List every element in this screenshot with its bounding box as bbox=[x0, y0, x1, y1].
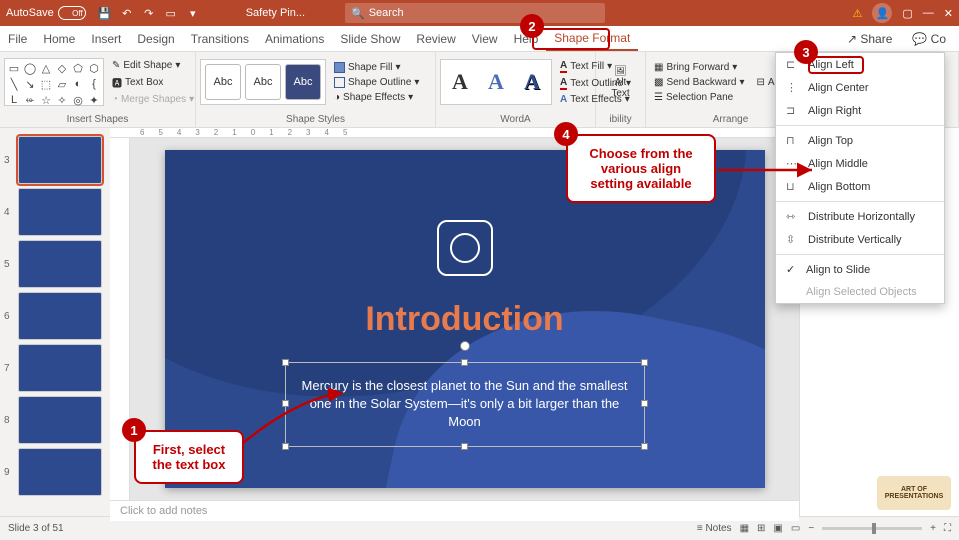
slide-thumbnail[interactable]: 7 bbox=[4, 344, 106, 392]
align-dropdown-menu: ⊏Align Left ⋮Align Center ⊐Align Right ⊓… bbox=[775, 52, 945, 304]
alt-text-button[interactable]: 🖼Alt Text bbox=[611, 66, 629, 99]
group-shape-styles: Abc Abc Abc Shape Fill ▾ Shape Outline ▾… bbox=[196, 52, 436, 127]
tab-transitions[interactable]: Transitions bbox=[183, 26, 257, 51]
align-right-item[interactable]: ⊐Align Right bbox=[776, 99, 944, 122]
tab-view[interactable]: View bbox=[464, 26, 506, 51]
notes-toggle[interactable]: ≡ Notes bbox=[697, 523, 732, 534]
shape-effects-button[interactable]: ◑ Shape Effects ▾ bbox=[330, 91, 423, 104]
selection-pane-button[interactable]: ☰ Selection Pane bbox=[650, 91, 749, 104]
slide-thumbnail[interactable]: 3 bbox=[4, 136, 106, 184]
annotation-callout-4: Choose from the various align setting av… bbox=[566, 134, 716, 203]
fit-to-window-icon[interactable]: ⛶ bbox=[944, 523, 951, 534]
quick-access-toolbar: 💾 ↶ ↷ ▭ ▾ bbox=[92, 6, 206, 20]
tab-file[interactable]: File bbox=[0, 26, 35, 51]
distribute-horizontal-item[interactable]: ⇿Distribute Horizontally bbox=[776, 205, 944, 228]
annotation-badge-4: 4 bbox=[554, 122, 578, 146]
resize-handle[interactable] bbox=[282, 359, 289, 366]
view-normal-icon[interactable]: ▦ bbox=[740, 523, 749, 534]
group-accessibility-label: ibility bbox=[596, 112, 645, 127]
resize-handle[interactable] bbox=[641, 443, 648, 450]
shape-gallery[interactable]: ▭◯△◇⬠⬡ ╲↘⬚▱◐{ L⬰☆✧◎✦ bbox=[4, 58, 104, 106]
align-selected-objects-item: Align Selected Objects bbox=[776, 281, 944, 303]
warning-icon[interactable]: ⚠ bbox=[853, 7, 863, 20]
zoom-in-icon[interactable]: + bbox=[930, 523, 936, 534]
save-icon[interactable]: 💾 bbox=[98, 6, 112, 20]
slide-thumbnails-panel[interactable]: 3 4 5 6 7 8 9 bbox=[0, 128, 110, 516]
slide-thumbnail[interactable]: 6 bbox=[4, 292, 106, 340]
group-shape-styles-label: Shape Styles bbox=[196, 112, 435, 127]
view-reading-icon[interactable]: ▣ bbox=[773, 523, 782, 534]
vertical-ruler bbox=[110, 138, 130, 500]
share-button[interactable]: ↗ Share bbox=[840, 29, 899, 49]
shape-style-gallery[interactable]: Abc Abc Abc bbox=[200, 59, 326, 105]
autosave-toggle[interactable]: AutoSave Off bbox=[0, 6, 92, 20]
slide-thumbnail[interactable]: 8 bbox=[4, 396, 106, 444]
resize-handle[interactable] bbox=[282, 443, 289, 450]
tab-design[interactable]: Design bbox=[129, 26, 182, 51]
annotation-badge-1: 1 bbox=[122, 418, 146, 442]
slide-thumbnail[interactable]: 9 bbox=[4, 448, 106, 496]
group-insert-shapes: ▭◯△◇⬠⬡ ╲↘⬚▱◐{ L⬰☆✧◎✦ ✎ Edit Shape ▾ 🅰 Te… bbox=[0, 52, 196, 127]
undo-icon[interactable]: ↶ bbox=[120, 6, 134, 20]
tab-review[interactable]: Review bbox=[408, 26, 463, 51]
text-box-button[interactable]: 🅰 Text Box bbox=[108, 74, 198, 91]
slide-title[interactable]: Introduction bbox=[165, 300, 765, 339]
tab-home[interactable]: Home bbox=[35, 26, 83, 51]
align-to-slide-item[interactable]: ✓Align to Slide bbox=[776, 258, 944, 281]
slide-thumbnail[interactable]: 5 bbox=[4, 240, 106, 288]
group-insert-shapes-label: Insert Shapes bbox=[0, 112, 195, 127]
bring-forward-button[interactable]: ▦ Bring Forward ▾ bbox=[650, 61, 749, 74]
ribbon-options-icon[interactable]: ▢ bbox=[902, 7, 912, 20]
search-box[interactable]: 🔍 Search bbox=[345, 3, 605, 23]
slide-thumbnail[interactable]: 4 bbox=[4, 188, 106, 236]
wordart-gallery[interactable]: A A A bbox=[440, 59, 552, 105]
zoom-slider[interactable] bbox=[822, 527, 922, 530]
redo-icon[interactable]: ↷ bbox=[142, 6, 156, 20]
resize-handle[interactable] bbox=[461, 443, 468, 450]
annotation-badge-2: 2 bbox=[520, 14, 544, 38]
view-slideshow-icon[interactable]: ▭ bbox=[791, 523, 800, 534]
slide-hero-icon[interactable] bbox=[437, 220, 493, 276]
search-placeholder: Search bbox=[369, 7, 404, 19]
start-slideshow-icon[interactable]: ▭ bbox=[164, 6, 178, 20]
merge-shapes-button: ◔ Merge Shapes ▾ bbox=[108, 93, 198, 106]
shape-fill-button[interactable]: Shape Fill ▾ bbox=[330, 61, 423, 74]
slide-counter: Slide 3 of 51 bbox=[8, 523, 64, 534]
align-top-item[interactable]: ⊓Align Top bbox=[776, 129, 944, 152]
group-accessibility: 🖼Alt Text ibility bbox=[596, 52, 646, 127]
align-center-item[interactable]: ⋮Align Center bbox=[776, 76, 944, 99]
tab-shape-format[interactable]: Shape Format bbox=[546, 26, 638, 51]
view-sorter-icon[interactable]: ⊞ bbox=[757, 523, 765, 534]
document-title: Safety Pin... bbox=[246, 7, 305, 19]
annotation-callout-1: First, select the text box bbox=[134, 430, 244, 484]
align-middle-item[interactable]: ⋯Align Middle bbox=[776, 152, 944, 175]
tab-insert[interactable]: Insert bbox=[83, 26, 129, 51]
selected-text-box[interactable]: Mercury is the closest planet to the Sun… bbox=[285, 362, 645, 447]
close-icon[interactable]: ✕ bbox=[944, 7, 953, 20]
resize-handle[interactable] bbox=[282, 400, 289, 407]
comments-button[interactable]: 💬 Co bbox=[905, 29, 953, 49]
distribute-vertical-item[interactable]: ⇳Distribute Vertically bbox=[776, 228, 944, 251]
resize-handle[interactable] bbox=[461, 359, 468, 366]
search-icon: 🔍 bbox=[351, 7, 365, 20]
group-wordart: A A A A Text Fill ▾ A Text Outline ▾ A T… bbox=[436, 52, 596, 127]
resize-handle[interactable] bbox=[641, 359, 648, 366]
edit-shape-button[interactable]: ✎ Edit Shape ▾ bbox=[108, 59, 198, 72]
title-bar: AutoSave Off 💾 ↶ ↷ ▭ ▾ Safety Pin... 🔍 S… bbox=[0, 0, 959, 26]
align-bottom-item[interactable]: ⊔Align Bottom bbox=[776, 175, 944, 198]
annotation-badge-3: 3 bbox=[794, 40, 818, 64]
minimize-icon[interactable]: — bbox=[923, 7, 934, 19]
resize-handle[interactable] bbox=[641, 400, 648, 407]
shape-outline-button[interactable]: Shape Outline ▾ bbox=[330, 76, 423, 89]
rotation-handle[interactable] bbox=[460, 341, 470, 351]
user-avatar[interactable]: 👤 bbox=[872, 3, 892, 23]
qat-more-icon[interactable]: ▾ bbox=[186, 6, 200, 20]
zoom-out-icon[interactable]: − bbox=[808, 523, 814, 534]
tab-slideshow[interactable]: Slide Show bbox=[332, 26, 408, 51]
notes-pane[interactable]: Click to add notes bbox=[110, 500, 799, 521]
send-backward-button[interactable]: ▩ Send Backward ▾ bbox=[650, 76, 749, 89]
tab-animations[interactable]: Animations bbox=[257, 26, 332, 51]
watermark-logo: ART OF PRESENTATIONS bbox=[877, 476, 951, 510]
